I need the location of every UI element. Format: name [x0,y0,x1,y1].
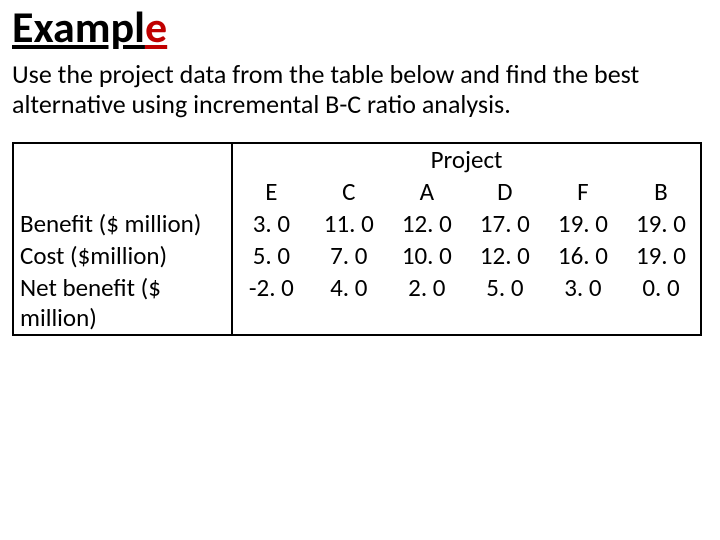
title-main: Exampl [12,0,145,54]
cell: -2. 0 [232,272,310,335]
table-row: Benefit ($ million) 3. 0 11. 0 12. 0 17.… [13,208,701,240]
cell: 4. 0 [310,272,388,335]
col-header: C [310,176,388,208]
project-data-table: Project E C A D F B Benefit ($ million) … [12,142,702,336]
table-row: Cost ($million) 5. 0 7. 0 10. 0 12. 0 16… [13,240,701,272]
slide-title: Example [12,4,708,50]
cell: 19. 0 [622,208,701,240]
col-header: A [388,176,466,208]
row-label: Benefit ($ million) [13,208,232,240]
cell: 11. 0 [310,208,388,240]
header-blank-2 [13,176,232,208]
cell: 16. 0 [544,240,622,272]
cell: 0. 0 [622,272,701,335]
slide: Example Use the project data from the ta… [0,0,720,336]
col-header: E [232,176,310,208]
cell: 2. 0 [388,272,466,335]
table-row: Net benefit ($ million) -2. 0 4. 0 2. 0 … [13,272,701,335]
cell: 19. 0 [622,240,701,272]
cell: 12. 0 [466,240,544,272]
table-columns-row: E C A D F B [13,176,701,208]
cell: 17. 0 [466,208,544,240]
cell: 3. 0 [232,208,310,240]
cell: 7. 0 [310,240,388,272]
cell: 5. 0 [466,272,544,335]
cell: 12. 0 [388,208,466,240]
cell: 3. 0 [544,272,622,335]
col-header: D [466,176,544,208]
row-label: Net benefit ($ million) [13,272,232,335]
cell: 19. 0 [544,208,622,240]
col-header: B [622,176,701,208]
problem-statement: Use the project data from the table belo… [12,60,708,120]
project-group-header: Project [232,143,701,176]
row-label: Cost ($million) [13,240,232,272]
header-blank [13,143,232,176]
title-accent: e [145,0,167,54]
cell: 5. 0 [232,240,310,272]
table-header-group-row: Project [13,143,701,176]
cell: 10. 0 [388,240,466,272]
col-header: F [544,176,622,208]
